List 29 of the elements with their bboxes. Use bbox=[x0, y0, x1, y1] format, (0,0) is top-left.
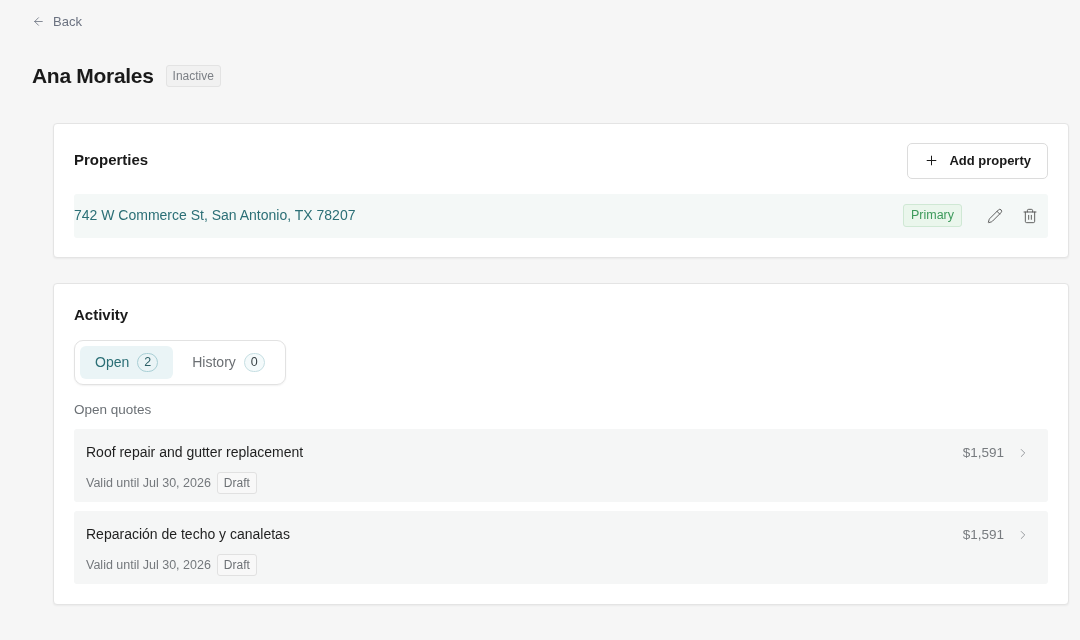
tab-count: 0 bbox=[243, 353, 265, 372]
valid-until-text: Valid until Jul 30, 2026 bbox=[86, 556, 211, 574]
property-row[interactable]: 742 W Commerce St, San Antonio, TX 78207 Primary bbox=[74, 193, 1048, 238]
pencil-icon bbox=[987, 207, 1003, 224]
quote-amount: $1,591 bbox=[962, 526, 1004, 545]
property-address-link[interactable]: 742 W Commerce St, San Antonio, TX 78207 bbox=[74, 205, 356, 226]
add-property-button[interactable]: Add property bbox=[907, 142, 1048, 179]
status-badge: Inactive bbox=[165, 64, 221, 87]
arrow-left-icon bbox=[32, 15, 45, 28]
status-badge: Draft bbox=[216, 472, 257, 495]
back-link[interactable]: Back bbox=[32, 11, 82, 32]
quote-row[interactable]: Reparación de techo y canaletas Valid until Jul 30, 2026 Draft $1,591 bbox=[74, 511, 1048, 585]
customer-name: Ana Morales bbox=[32, 63, 154, 89]
tab[interactable]: History 0 bbox=[177, 346, 280, 379]
card-title: Activity bbox=[74, 304, 130, 325]
valid-until-text: Valid until Jul 30, 2026 bbox=[86, 474, 211, 492]
tab[interactable]: Open 2 bbox=[80, 346, 174, 379]
quote-amount: $1,591 bbox=[962, 444, 1004, 463]
quote-title: Roof repair and gutter replacement bbox=[86, 443, 304, 463]
edit-button[interactable] bbox=[987, 207, 1003, 224]
status-badge: Draft bbox=[216, 554, 257, 577]
plus-icon bbox=[924, 153, 940, 168]
quote-title: Reparación de techo y canaletas bbox=[86, 525, 290, 545]
section-label: Open quotes bbox=[74, 401, 153, 419]
primary-badge: Primary bbox=[902, 204, 962, 227]
trash-icon bbox=[1022, 207, 1038, 224]
card-title: Properties bbox=[74, 150, 149, 171]
delete-button[interactable] bbox=[1022, 207, 1038, 224]
quote-row[interactable]: Roof repair and gutter replacement Valid until Jul 30, 2026 Draft $1,591 bbox=[74, 429, 1048, 503]
